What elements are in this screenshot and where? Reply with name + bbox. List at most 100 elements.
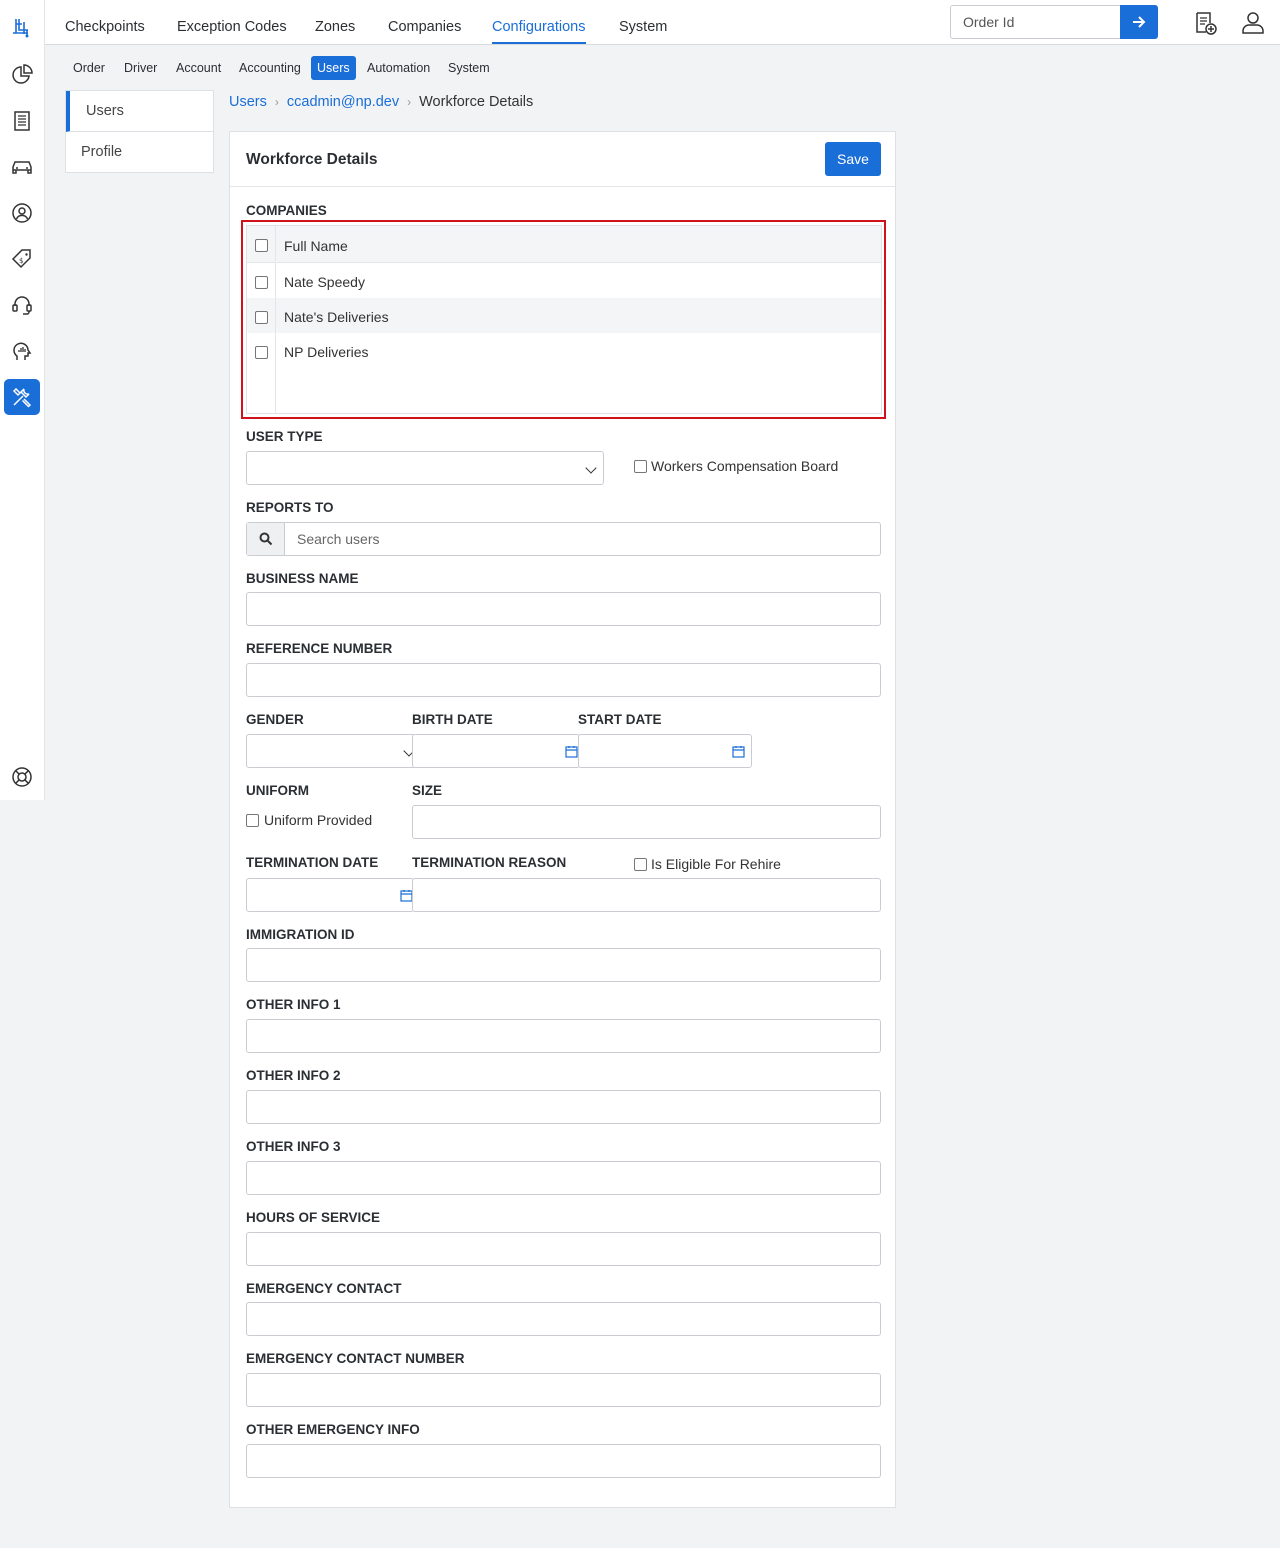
other-emergency-info-label: OTHER EMERGENCY INFO [246,1422,420,1437]
reports-to-search-input[interactable] [285,523,879,555]
side-menu-users[interactable]: Users [66,91,213,132]
reference-number-input[interactable] [246,663,881,697]
support-headset-icon[interactable] [4,287,40,323]
page-title: Workforce Details [246,151,378,168]
arrow-right-icon [1133,16,1146,28]
start-date-input[interactable] [578,734,752,768]
birth-date-input[interactable] [412,734,580,768]
emergency-contact-input[interactable] [246,1302,881,1336]
tab-system[interactable]: System [619,0,667,44]
immigration-id-input[interactable] [246,948,881,982]
calendar-icon[interactable] [732,745,745,758]
chevron-down-icon [585,462,597,474]
size-input[interactable] [412,805,881,839]
other-emergency-info-input[interactable] [246,1444,881,1478]
select-all-checkbox[interactable] [255,239,268,252]
subtab-users[interactable]: Users [311,56,356,80]
other-info-1-label: OTHER INFO 1 [246,997,341,1012]
breadcrumb-users[interactable]: Users [229,94,267,110]
help-lifebuoy-icon[interactable] [4,759,40,795]
workforce-details-card: Workforce Details Save COMPANIES Full Na… [229,131,896,1508]
table-row[interactable]: NP Deliveries [247,333,881,368]
analytics-head-icon[interactable] [4,333,40,369]
tab-zones[interactable]: Zones [315,0,355,44]
add-order-icon[interactable] [1192,10,1218,36]
search-addon [247,523,285,555]
companies-label: COMPANIES [246,203,327,218]
orders-list-icon[interactable] [4,103,40,139]
start-date-label: START DATE [578,712,662,727]
other-info-2-input[interactable] [246,1090,881,1124]
breadcrumb-user-email[interactable]: ccadmin@np.dev [287,94,399,110]
other-info-2-label: OTHER INFO 2 [246,1068,341,1083]
workers-comp-label: Workers Compensation Board [651,458,839,474]
svg-text:$: $ [19,257,23,265]
tab-configurations[interactable]: Configurations [492,0,586,44]
reports-to-label: REPORTS TO [246,500,334,515]
emergency-contact-label: EMERGENCY CONTACT [246,1281,402,1296]
subtab-automation[interactable]: Automation [361,56,436,80]
subtab-driver[interactable]: Driver [118,56,163,80]
card-header: Workforce Details Save [230,132,895,187]
grid-header-row: Full Name [247,226,881,263]
company-name: Nate Speedy [284,274,365,290]
business-name-input[interactable] [246,592,881,626]
subtab-accounting[interactable]: Accounting [233,56,307,80]
uniform-provided-label: Uniform Provided [264,812,373,828]
calendar-icon[interactable] [565,745,578,758]
other-info-3-label: OTHER INFO 3 [246,1139,341,1154]
termination-date-label: TERMINATION DATE [246,855,379,870]
reference-number-label: REFERENCE NUMBER [246,641,393,656]
eligible-rehire-checkbox[interactable] [634,858,647,871]
breadcrumb: Users › ccadmin@np.dev › Workforce Details [229,94,533,110]
user-profile-icon[interactable] [1240,10,1266,36]
save-button[interactable]: Save [825,142,881,176]
row-checkbox[interactable] [255,311,268,324]
termination-date-input[interactable] [246,878,414,912]
reports-to-field [246,522,881,556]
side-menu-profile[interactable]: Profile [66,132,213,173]
row-checkbox[interactable] [255,276,268,289]
emergency-contact-number-input[interactable] [246,1373,881,1407]
hours-of-service-label: HOURS OF SERVICE [246,1210,381,1225]
table-row[interactable]: Nate Speedy [247,263,881,298]
company-name: NP Deliveries [284,344,369,360]
tab-checkpoints[interactable]: Checkpoints [65,0,145,44]
companies-highlight: Full Name Nate Speedy Nate's Deliveries … [241,220,886,419]
tab-companies[interactable]: Companies [388,0,461,44]
termination-reason-input[interactable] [412,878,881,912]
subtab-system[interactable]: System [442,56,496,80]
subtab-order[interactable]: Order [67,56,111,80]
hours-of-service-input[interactable] [246,1232,881,1266]
breadcrumb-separator: › [274,95,279,109]
companies-grid: Full Name Nate Speedy Nate's Deliveries … [246,225,882,414]
vehicle-icon[interactable] [4,149,40,185]
row-checkbox[interactable] [255,346,268,359]
termination-reason-label: TERMINATION REASON [412,855,567,870]
table-row[interactable]: Nate's Deliveries [247,298,881,333]
uniform-provided-checkbox[interactable] [246,814,259,827]
gender-label: GENDER [246,712,304,727]
settings-tools-icon[interactable] [4,379,40,415]
business-name-label: BUSINESS NAME [246,571,359,586]
price-tag-icon[interactable]: $ [4,241,40,277]
order-id-input[interactable] [950,5,1120,39]
tab-exception-codes[interactable]: Exception Codes [177,0,287,44]
other-info-3-input[interactable] [246,1161,881,1195]
subtab-account[interactable]: Account [170,56,227,80]
side-menu: Users Profile [65,90,214,173]
app-logo-icon[interactable] [4,10,40,46]
column-header-full-name[interactable]: Full Name [284,238,348,254]
user-type-select[interactable] [246,451,604,485]
workers-comp-checkbox[interactable] [634,460,647,473]
other-info-1-input[interactable] [246,1019,881,1053]
breadcrumb-separator: › [407,95,412,109]
gender-select[interactable] [246,734,416,768]
order-go-button[interactable] [1120,5,1158,39]
user-circle-icon[interactable] [4,195,40,231]
immigration-id-label: IMMIGRATION ID [246,927,355,942]
dashboard-pie-icon[interactable] [4,57,40,93]
birth-date-label: BIRTH DATE [412,712,493,727]
company-name: Nate's Deliveries [284,309,389,325]
grid-empty-space [247,368,276,413]
